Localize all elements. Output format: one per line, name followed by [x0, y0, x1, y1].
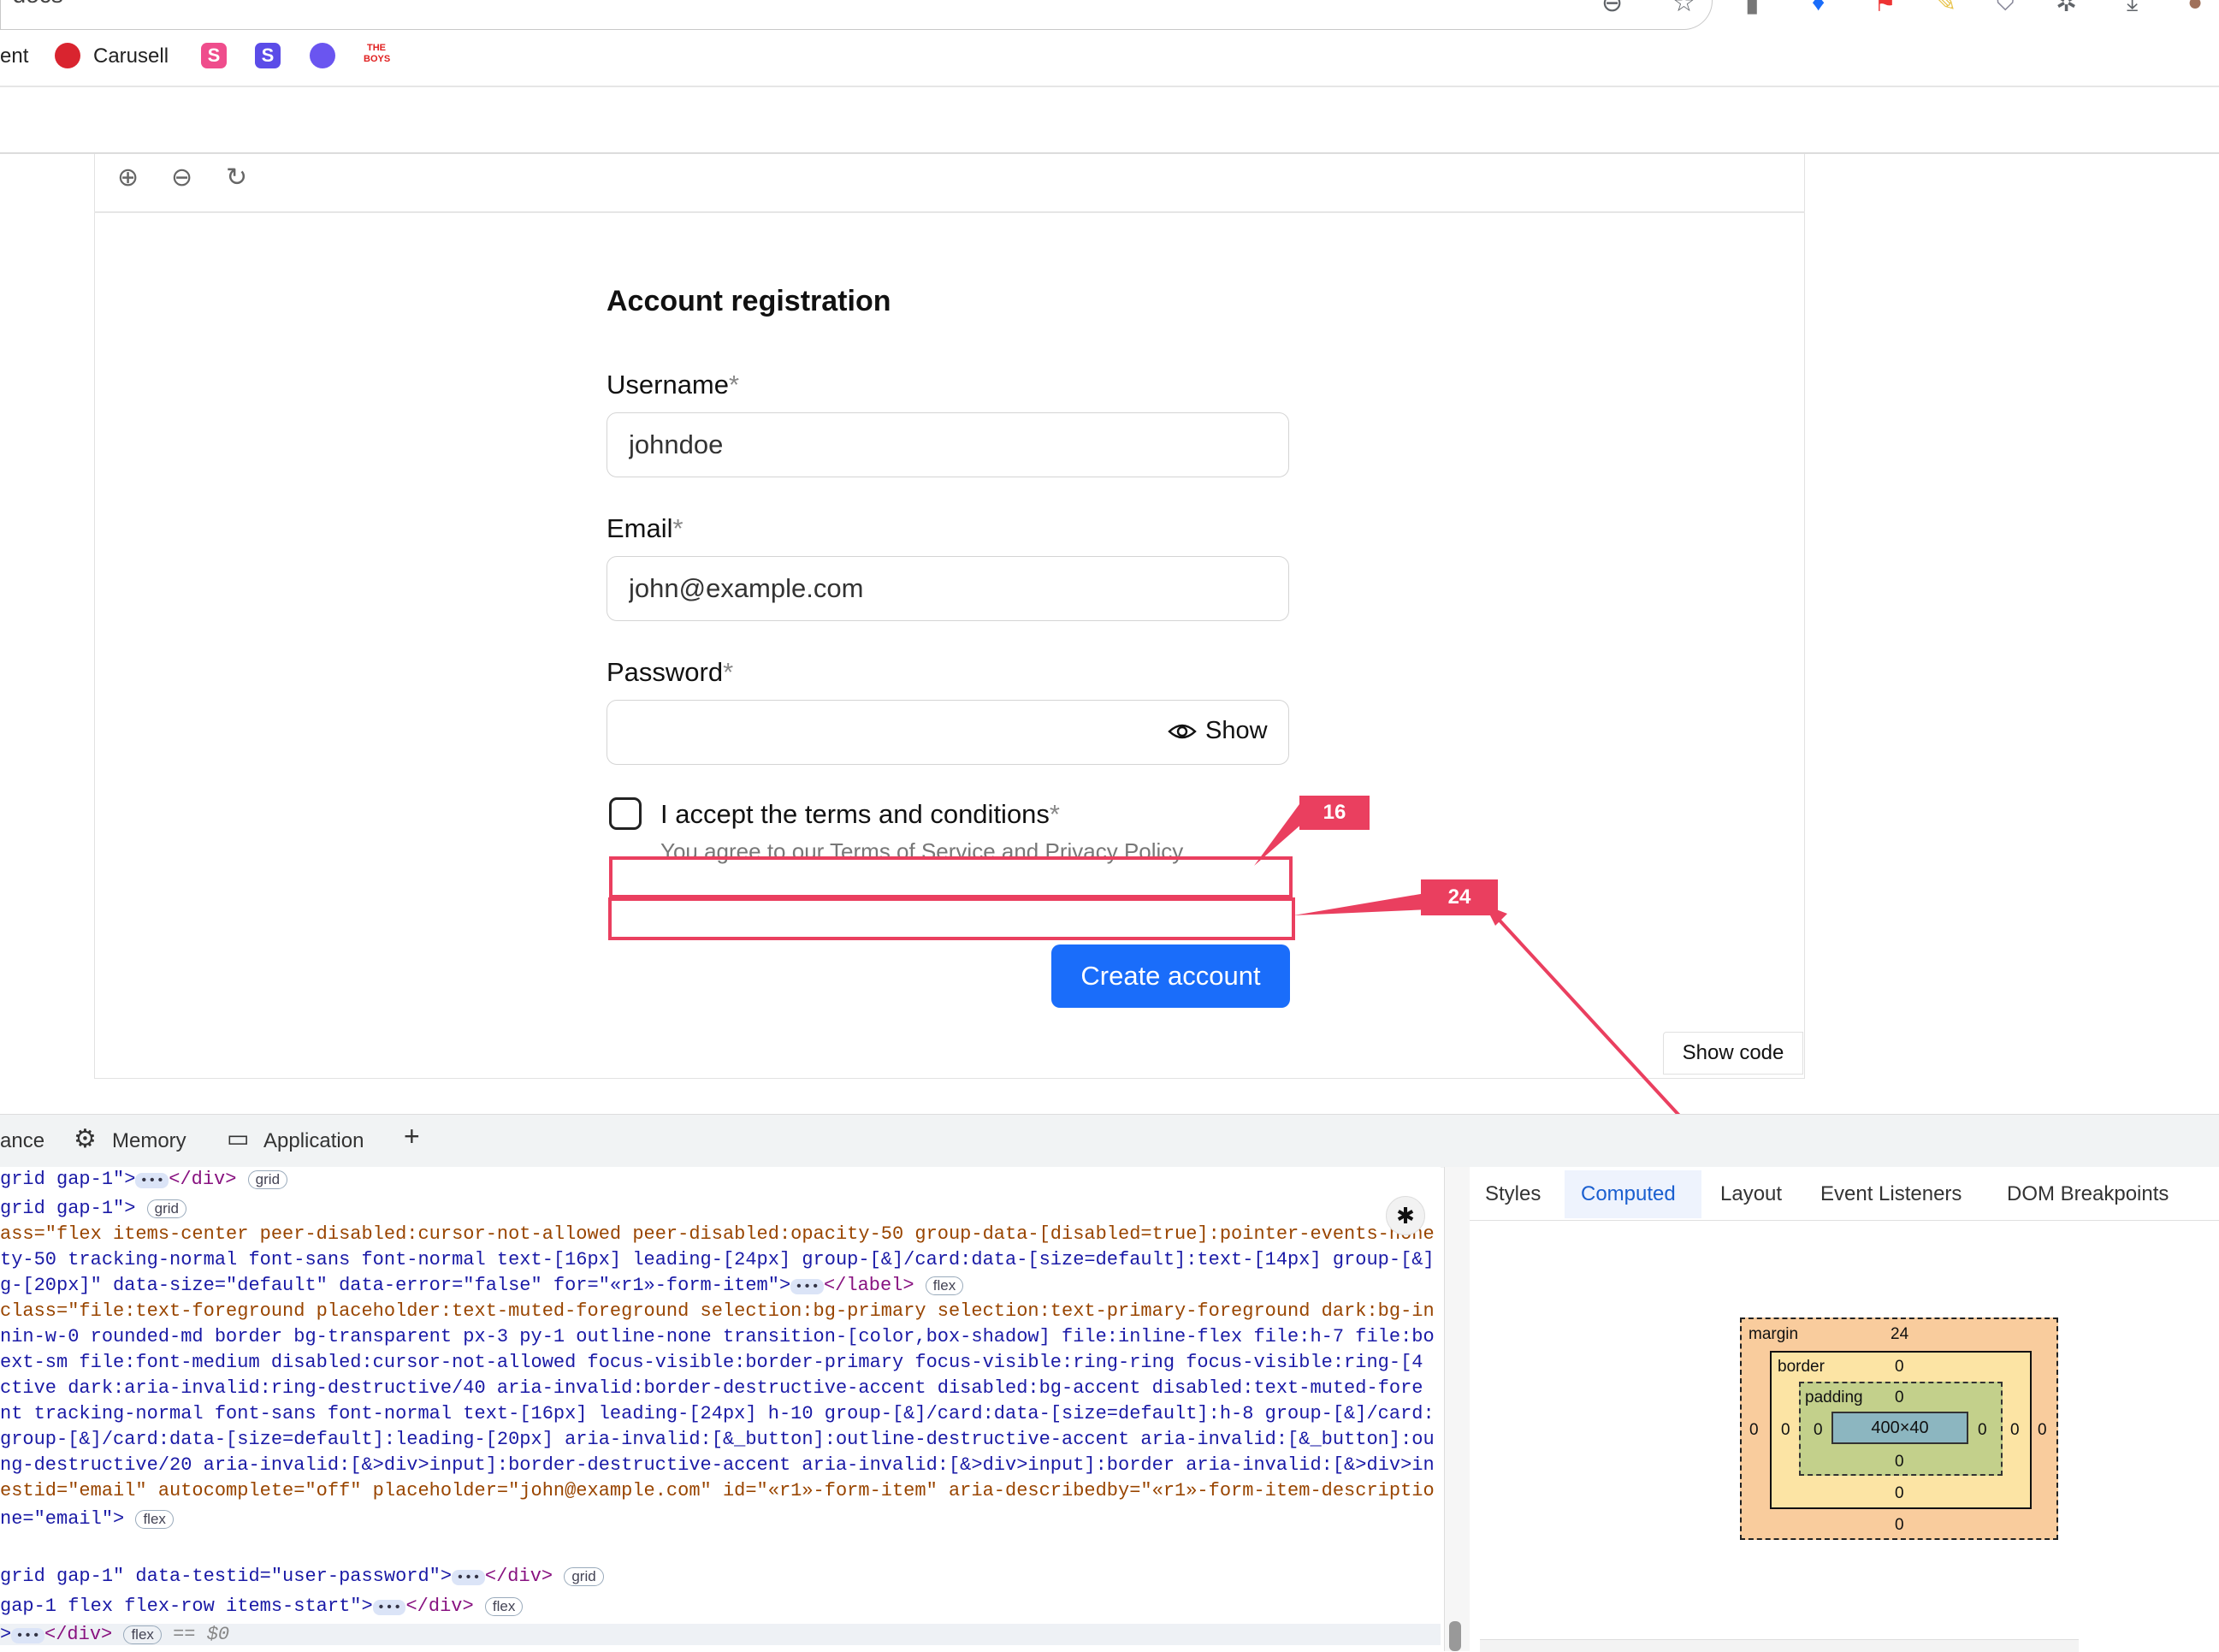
padding-top-value[interactable]: 0: [1895, 1389, 1904, 1407]
dom-line[interactable]: gap-1 flex flex-row items-start"> ••• </di…: [0, 1596, 524, 1617]
dom-line[interactable]: nin-w-0 rounded-md border bg-transparent…: [0, 1326, 1435, 1347]
tab-memory[interactable]: Memory: [112, 1129, 186, 1153]
border-left-value[interactable]: 0: [1781, 1421, 1790, 1440]
accessibility-icon[interactable]: ✱: [1386, 1196, 1425, 1235]
panel-splitter[interactable]: [1444, 1167, 1470, 1651]
margin-right-value[interactable]: 0: [2038, 1421, 2047, 1440]
dom-line-selected[interactable]: > ••• </div> flex == $0: [0, 1624, 1441, 1645]
margin-left-value[interactable]: 0: [1749, 1421, 1759, 1440]
dom-line[interactable]: ne="email"> flex: [0, 1508, 174, 1530]
padding-bottom-value[interactable]: 0: [1895, 1453, 1904, 1471]
tab-performance[interactable]: ance: [0, 1129, 44, 1153]
margin-bottom-value[interactable]: 0: [1895, 1516, 1904, 1535]
padding-left-value[interactable]: 0: [1814, 1421, 1823, 1440]
margin-label: margin: [1749, 1325, 1799, 1343]
ellipsis-icon: •••: [452, 1570, 485, 1585]
dom-line[interactable]: grid gap-1" data-testid="user-password">…: [0, 1566, 604, 1587]
ellipsis-icon: •••: [11, 1628, 45, 1643]
tab-styles[interactable]: Styles: [1485, 1182, 1541, 1206]
add-tab-icon[interactable]: +: [404, 1121, 420, 1152]
dom-line[interactable]: ext-sm file:font-medium disabled:cursor-…: [0, 1352, 1423, 1373]
dom-line[interactable]: group-[&]/card:data-[size=default]:leadi…: [0, 1429, 1435, 1450]
border-bottom-value[interactable]: 0: [1895, 1484, 1904, 1503]
dom-line[interactable]: ty-50 tracking-normal font-sans font-nor…: [0, 1249, 1435, 1270]
dom-line[interactable]: estid="email" autocomplete="off" placeho…: [0, 1480, 1435, 1501]
border-right-value[interactable]: 0: [2010, 1421, 2020, 1440]
dom-line[interactable]: class="file:text-foreground placeholder:…: [0, 1300, 1435, 1322]
dom-line[interactable]: grid gap-1"> ••• </div> grid: [0, 1169, 288, 1190]
ellipsis-icon: •••: [790, 1279, 824, 1294]
gap-tag-24: 24: [1421, 879, 1498, 915]
dom-line[interactable]: ctive dark:aria-invalid:ring-destructive…: [0, 1377, 1423, 1399]
margin-top-value[interactable]: 24: [1891, 1325, 1908, 1344]
elements-scrollbar[interactable]: [1449, 1621, 1461, 1651]
dom-line[interactable]: nt tracking-normal font-sans font-normal…: [0, 1403, 1435, 1424]
box-model-content: 400×40: [1831, 1412, 1968, 1444]
show-code-button[interactable]: Show code: [1663, 1032, 1803, 1075]
tab-computed[interactable]: Computed: [1581, 1182, 1676, 1206]
application-window-icon: ▭: [227, 1125, 250, 1152]
gap-tag-16: 16: [1299, 796, 1370, 830]
border-label: border: [1778, 1358, 1825, 1376]
filter-bar[interactable]: [1480, 1639, 2079, 1652]
padding-right-value[interactable]: 0: [1978, 1421, 1987, 1440]
create-account-button[interactable]: Create account: [1051, 944, 1290, 1008]
dom-line[interactable]: ass="flex items-center peer-disabled:cur…: [0, 1223, 1435, 1245]
tab-event-listeners[interactable]: Event Listeners: [1820, 1182, 1962, 1206]
dom-line[interactable]: g-[20px]" data-size="default" data-error…: [0, 1275, 964, 1296]
dom-line[interactable]: grid gap-1"> grid: [0, 1198, 186, 1219]
ellipsis-icon: •••: [135, 1173, 169, 1188]
memory-chip-icon: ⚙: [74, 1125, 97, 1153]
padding-label: padding: [1805, 1389, 1863, 1406]
border-top-value[interactable]: 0: [1895, 1358, 1904, 1377]
tab-application[interactable]: Application: [263, 1129, 364, 1153]
tab-layout[interactable]: Layout: [1720, 1182, 1782, 1206]
ellipsis-icon: •••: [372, 1600, 406, 1615]
dom-line[interactable]: ng-destructive/20 aria-invalid:[&>div>in…: [0, 1454, 1435, 1476]
tab-dom-breakpoints[interactable]: DOM Breakpoints: [2007, 1182, 2169, 1206]
